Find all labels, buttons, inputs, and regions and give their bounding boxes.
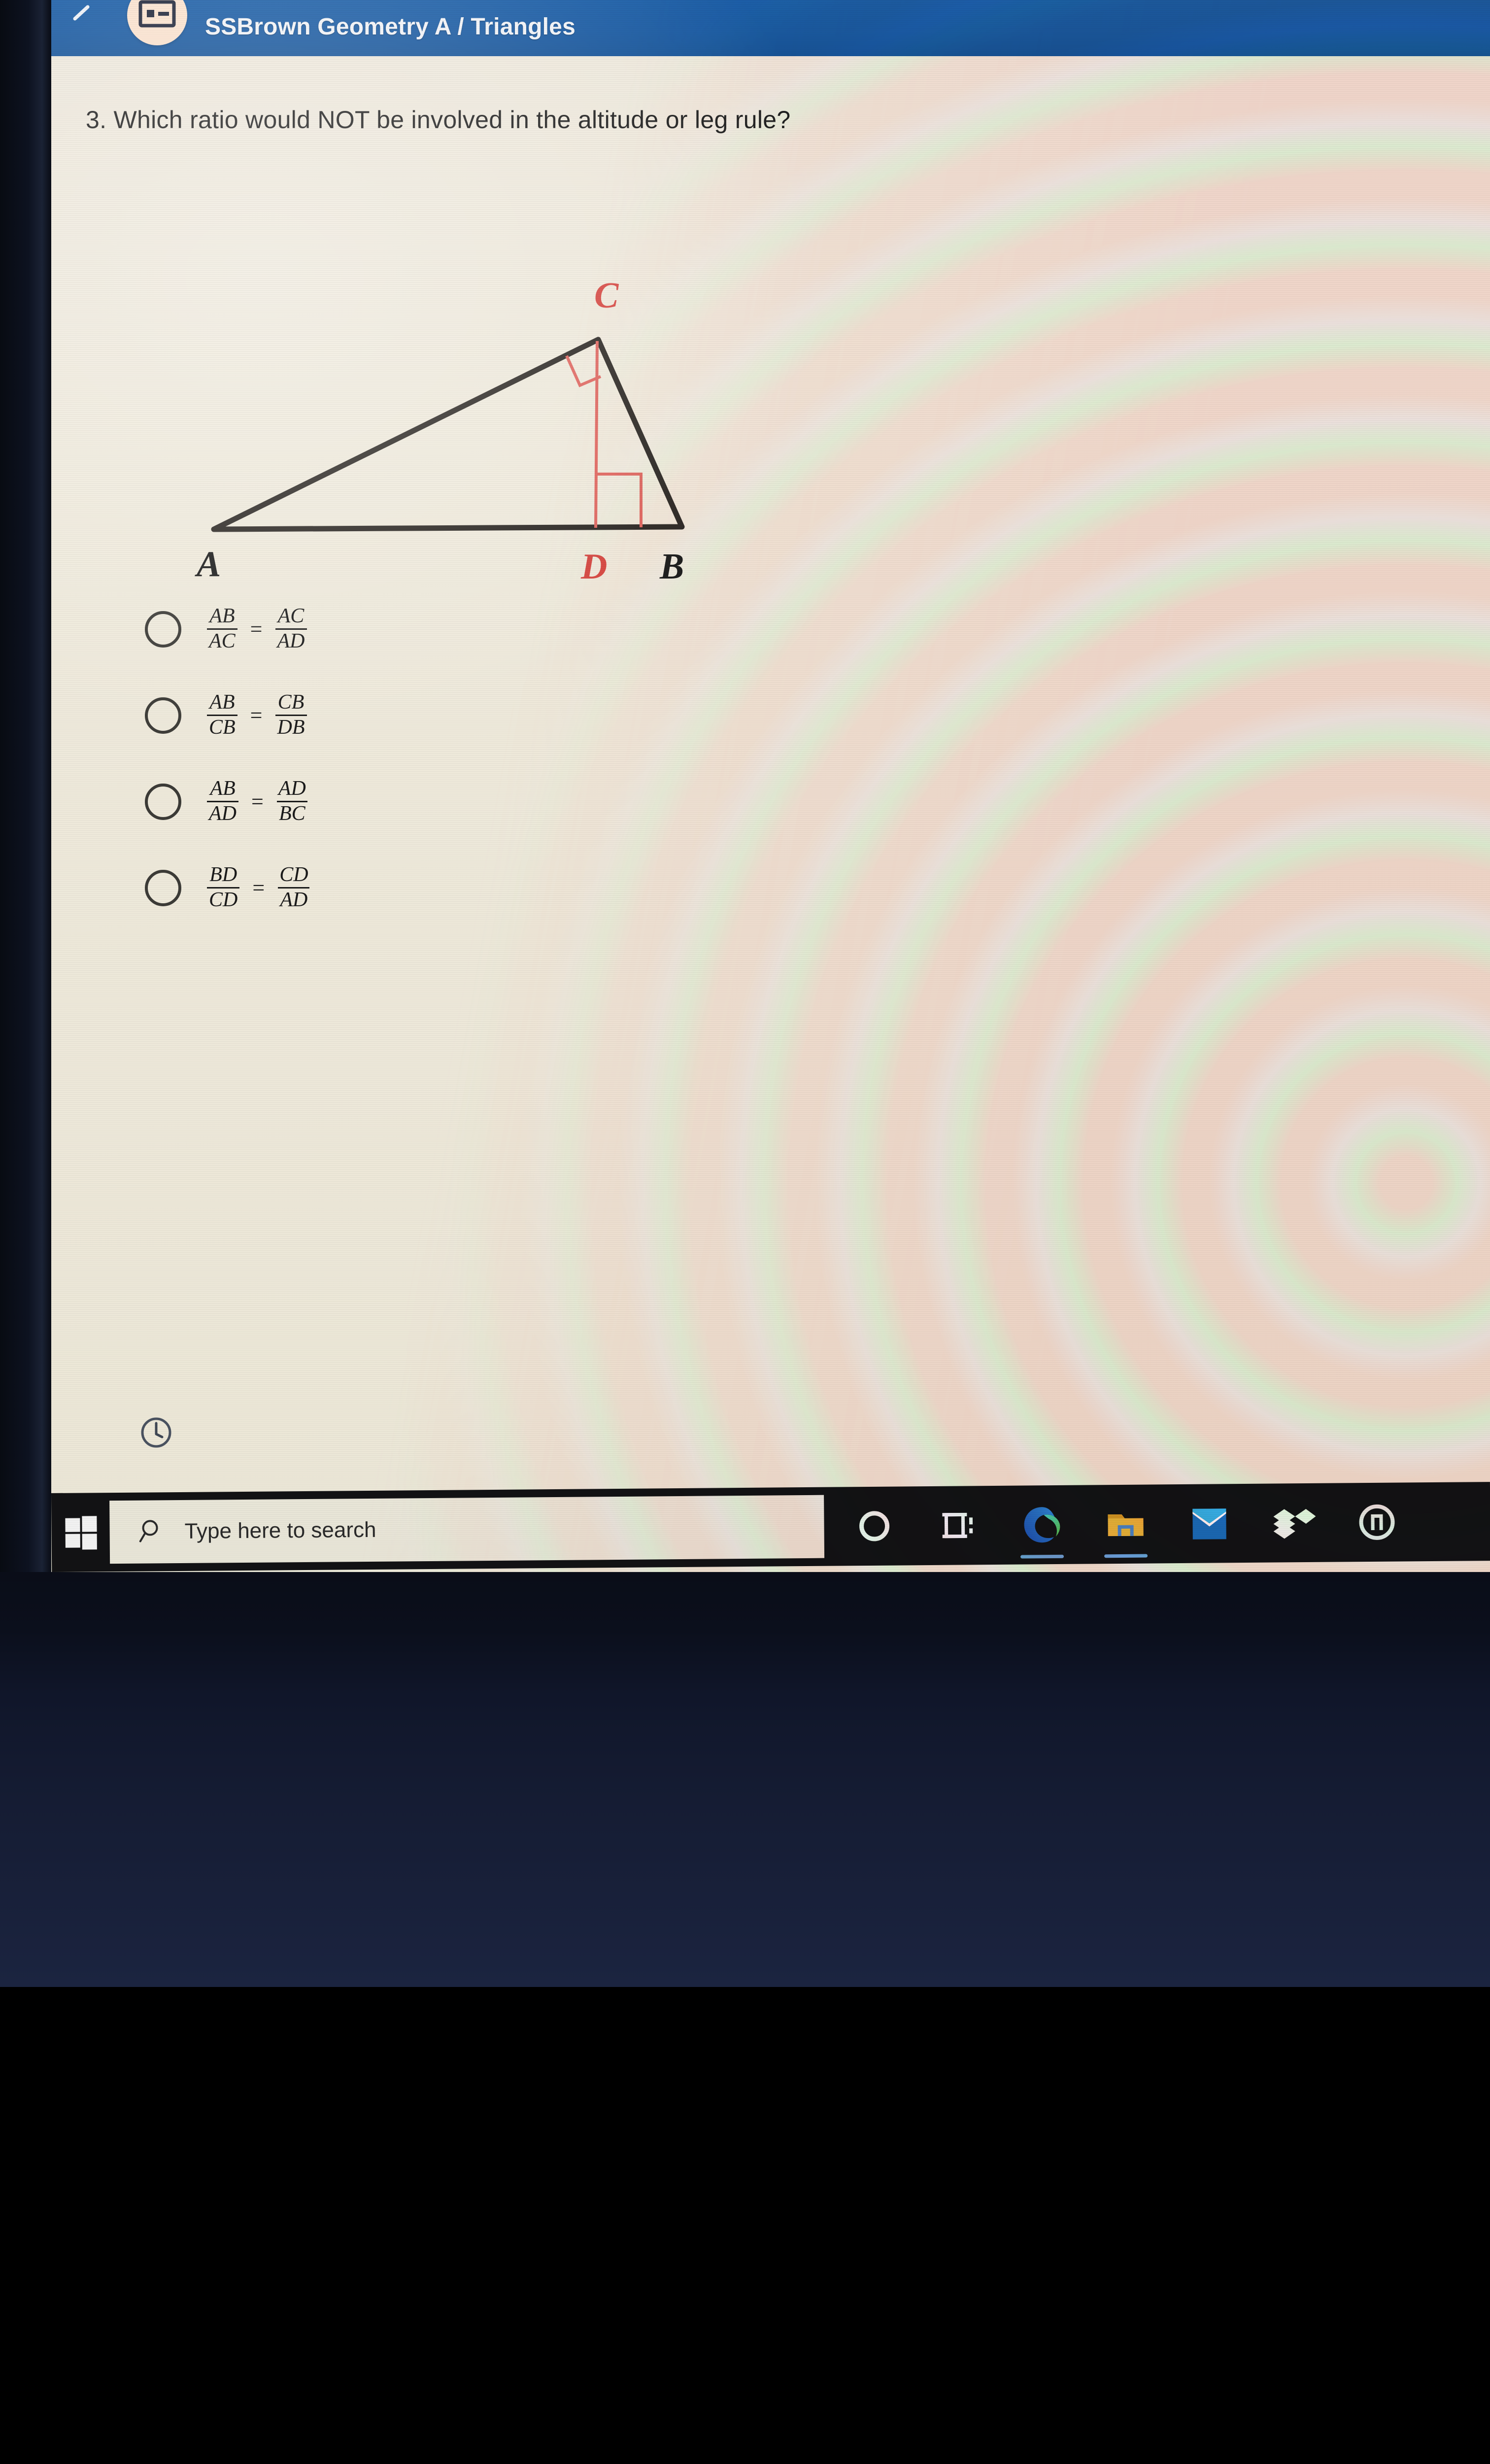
numerator: AB — [207, 606, 237, 628]
fraction-left: AB CB — [207, 692, 237, 738]
windows-logo-icon[interactable] — [51, 1493, 110, 1572]
search-input[interactable]: Type here to search — [109, 1495, 824, 1564]
microsoft-edge-icon[interactable] — [1019, 1502, 1065, 1548]
answer-expression: AB CB = CB DB — [207, 692, 307, 738]
numerator: AB — [208, 778, 237, 801]
laptop-lcd-screen: SSBrown Geometry A / Triangles 3. Which … — [51, 0, 1490, 1572]
denominator: CB — [207, 715, 237, 739]
windows-taskbar: Type here to search — [51, 1482, 1490, 1572]
numerator: CB — [276, 692, 306, 715]
equals-sign: = — [252, 875, 265, 900]
answer-expression: AB AC = AC AD — [207, 606, 307, 652]
answer-choice[interactable]: AB CB = CB DB — [145, 672, 310, 758]
equals-sign: = — [250, 703, 263, 728]
clock-icon[interactable] — [140, 1416, 172, 1449]
vertex-label-c: C — [594, 275, 619, 316]
search-placeholder: Type here to search — [184, 1518, 376, 1544]
fraction-right: CD AD — [277, 864, 310, 911]
denominator: DB — [275, 715, 307, 739]
answer-choice-list: AB AC = AC AD — [145, 586, 310, 931]
dropbox-icon[interactable] — [1270, 1500, 1316, 1546]
fraction-right: AD BC — [276, 778, 308, 824]
numerator: AC — [276, 606, 306, 628]
triangle-outline — [214, 340, 682, 529]
numerator: AD — [276, 778, 308, 801]
denominator: AD — [278, 887, 309, 911]
radio-button[interactable] — [145, 784, 181, 820]
triangle-diagram: A C D B — [150, 253, 731, 549]
answer-expression: AB AD = AD BC — [207, 778, 308, 824]
fraction-right: CB DB — [275, 692, 307, 738]
denominator: AD — [275, 628, 307, 652]
search-icon — [139, 1518, 165, 1546]
question-sheet: 3. Which ratio would NOT be involved in … — [51, 56, 1490, 1493]
photo-of-laptop-screen: SSBrown Geometry A / Triangles 3. Which … — [0, 0, 1490, 1987]
numerator: CD — [277, 864, 310, 887]
numerator: AB — [207, 692, 237, 715]
fraction-left: AB AD — [207, 778, 238, 824]
app-header-bar: SSBrown Geometry A / Triangles — [51, 0, 1490, 56]
fraction-left: AB AC — [207, 606, 237, 652]
radio-button[interactable] — [145, 697, 181, 734]
answer-choice[interactable]: AB AD = AD BC — [145, 758, 310, 845]
bezel-left-edge — [0, 0, 51, 1584]
back-chevron-icon[interactable] — [68, 4, 97, 33]
file-explorer-icon[interactable] — [1103, 1502, 1149, 1547]
answer-expression: BD CD = CD AD — [207, 864, 310, 911]
question-text: 3. Which ratio would NOT be involved in … — [86, 105, 790, 134]
mail-icon[interactable] — [1186, 1501, 1232, 1546]
answer-choice[interactable]: BD CD = CD AD — [145, 845, 310, 931]
laptop-screen-bezel: SSBrown Geometry A / Triangles 3. Which … — [0, 0, 1490, 1584]
fraction-right: AC AD — [275, 606, 307, 652]
altitude-segment-cd — [596, 341, 597, 528]
task-view-icon[interactable] — [935, 1503, 981, 1548]
fraction-left: BD CD — [207, 864, 239, 911]
equals-sign: = — [250, 616, 263, 642]
cortana-icon[interactable] — [851, 1504, 897, 1549]
denominator: CD — [207, 887, 239, 911]
equals-sign: = — [251, 789, 264, 814]
app-icon[interactable] — [1354, 1500, 1400, 1545]
page-title: SSBrown Geometry A / Triangles — [205, 13, 576, 40]
vertex-label-a: A — [195, 544, 221, 584]
assignment-card-icon[interactable] — [127, 0, 187, 45]
denominator: AC — [207, 628, 237, 652]
vertex-label-d: D — [580, 547, 607, 587]
denominator: BC — [277, 801, 307, 825]
radio-button[interactable] — [145, 870, 181, 906]
laptop-deck — [0, 1572, 1490, 1987]
denominator: AD — [207, 801, 238, 825]
taskbar-tray — [851, 1500, 1400, 1549]
vertex-label-b: B — [659, 547, 684, 587]
right-angle-mark-at-d — [596, 474, 641, 527]
answer-choice[interactable]: AB AC = AC AD — [145, 586, 310, 672]
radio-button[interactable] — [145, 611, 181, 648]
numerator: BD — [207, 864, 239, 887]
